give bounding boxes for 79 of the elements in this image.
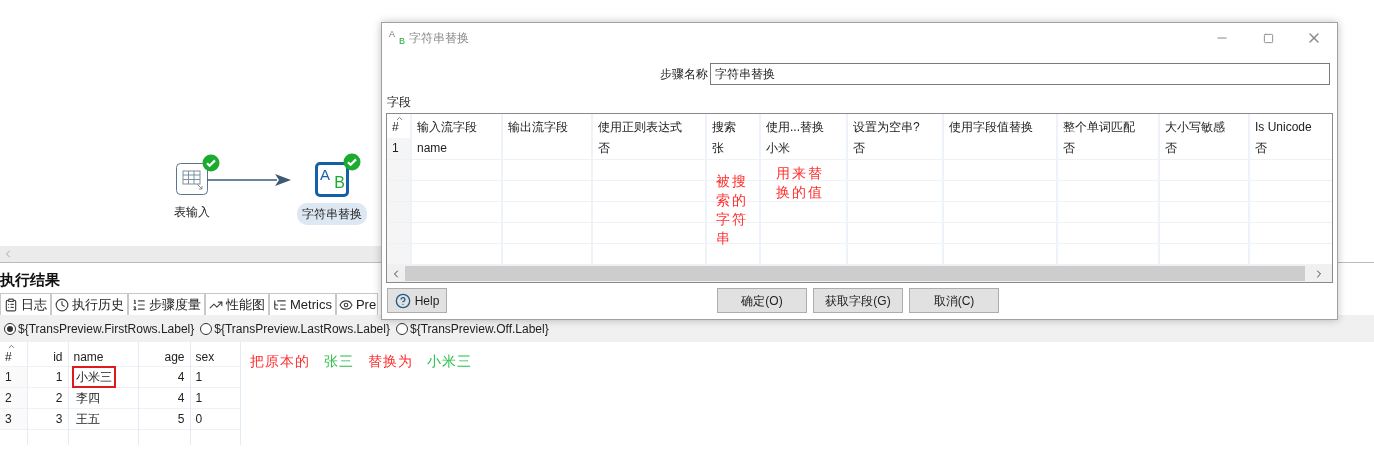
annotation-text: 替换为 bbox=[368, 352, 413, 371]
column-header[interactable]: 使用...替换 bbox=[760, 114, 847, 138]
help-icon bbox=[394, 292, 411, 309]
row-number: 2 bbox=[0, 387, 27, 408]
dialog-button[interactable]: 取消(C) bbox=[909, 288, 999, 313]
results-tab[interactable]: Metrics bbox=[269, 293, 336, 315]
preview-radio[interactable]: ${TransPreview.LastRows.Label} bbox=[200, 320, 390, 338]
sort-icon bbox=[395, 114, 404, 123]
results-tab[interactable]: 性能图 bbox=[205, 293, 269, 315]
table-cell: 2 bbox=[27, 387, 68, 408]
maximize-icon bbox=[1262, 32, 1274, 44]
annotation-text: 被搜索的字符串 bbox=[716, 172, 749, 248]
step-name-field[interactable]: 字符串替换 bbox=[710, 63, 1330, 85]
table-cell: 1 bbox=[190, 366, 240, 387]
eye-icon bbox=[338, 297, 353, 312]
annotation-text: 张三 bbox=[324, 352, 354, 371]
dialog-button[interactable]: 确定(O) bbox=[717, 288, 807, 313]
table-cell: 李四 bbox=[68, 387, 138, 408]
step-label: 表输入 bbox=[173, 204, 211, 221]
column-header[interactable]: 大小写敏感 bbox=[1159, 114, 1249, 138]
table-cell: 4 bbox=[138, 387, 190, 408]
row-number: 1 bbox=[0, 366, 27, 387]
column-header[interactable]: 输出流字段 bbox=[502, 114, 592, 138]
table-cell: 4 bbox=[138, 366, 190, 387]
table-cell: 张 bbox=[706, 138, 760, 159]
sort-icon bbox=[7, 342, 16, 351]
results-tab[interactable]: Pre bbox=[335, 293, 378, 315]
preview-radio[interactable]: ${TransPreview.FirstRows.Label} bbox=[4, 320, 195, 338]
table-cell: 0 bbox=[190, 408, 240, 429]
results-tab[interactable]: 执行历史 bbox=[51, 293, 128, 315]
table-input-icon[interactable] bbox=[176, 163, 208, 195]
annotation-text: 用来替换的值 bbox=[776, 164, 825, 202]
annotation-text: 把原本的 bbox=[250, 352, 310, 371]
column-header[interactable]: 搜索 bbox=[706, 114, 760, 138]
results-tab[interactable]: 步骤度量 bbox=[128, 293, 205, 315]
column-header[interactable]: id bbox=[27, 342, 68, 366]
column-header[interactable]: sex bbox=[190, 342, 240, 366]
clock-icon bbox=[55, 297, 69, 312]
scrollbar[interactable] bbox=[0, 246, 381, 262]
step-label: 字符串替换 bbox=[297, 203, 367, 225]
column-header[interactable]: age bbox=[138, 342, 190, 366]
table-cell: 5 bbox=[138, 408, 190, 429]
column-header[interactable]: name bbox=[68, 342, 138, 366]
results-tab[interactable]: 日志 bbox=[0, 293, 51, 315]
numbered-list-icon bbox=[132, 297, 146, 312]
replace-step-icon[interactable]: A B bbox=[315, 162, 349, 197]
table-cell: 小米 bbox=[760, 138, 847, 159]
horizontal-scrollbar[interactable] bbox=[387, 265, 1332, 282]
table-cell: 否 bbox=[1249, 138, 1332, 159]
dialog-button[interactable]: 获取字段(G) bbox=[813, 288, 903, 313]
table-cell: 1 bbox=[190, 387, 240, 408]
column-header[interactable]: 使用正则表达式 bbox=[592, 114, 706, 138]
table-cell: 小米三 bbox=[68, 366, 138, 387]
column-header[interactable]: 设置为空串? bbox=[847, 114, 943, 138]
column-header[interactable]: 整个单词匹配 bbox=[1057, 114, 1159, 138]
dialog-app-icon: A B bbox=[389, 30, 405, 46]
panel-title: 执行结果 bbox=[0, 270, 60, 290]
help-button[interactable]: Help bbox=[387, 288, 447, 313]
row-number: 1 bbox=[387, 138, 411, 159]
step-name-label: 步骤名称 bbox=[660, 66, 708, 83]
table-cell: 3 bbox=[27, 408, 68, 429]
table-cell: name bbox=[411, 138, 502, 159]
preview-radio[interactable]: ${TransPreview.Off.Label} bbox=[395, 320, 549, 338]
column-header[interactable]: 使用字段值替换 bbox=[943, 114, 1057, 138]
table-cell: 1 bbox=[27, 366, 68, 387]
table-cell: 王五 bbox=[68, 408, 138, 429]
column-header[interactable]: Is Unicode bbox=[1249, 114, 1332, 138]
table-cell: 否 bbox=[592, 138, 706, 159]
table-cell: 否 bbox=[1057, 138, 1159, 159]
row-number: 3 bbox=[0, 408, 27, 429]
table-cell: 否 bbox=[847, 138, 943, 159]
tree-list-icon bbox=[273, 297, 287, 312]
fields-label: 字段 bbox=[387, 94, 411, 111]
table-cell: 否 bbox=[1159, 138, 1249, 159]
annotation-text: 小米三 bbox=[427, 352, 472, 371]
column-header[interactable]: # bbox=[0, 342, 27, 366]
dialog-title: 字符串替换 bbox=[409, 30, 469, 47]
scrollbar-thumb[interactable] bbox=[405, 266, 1305, 281]
clipboard-icon bbox=[4, 297, 18, 312]
